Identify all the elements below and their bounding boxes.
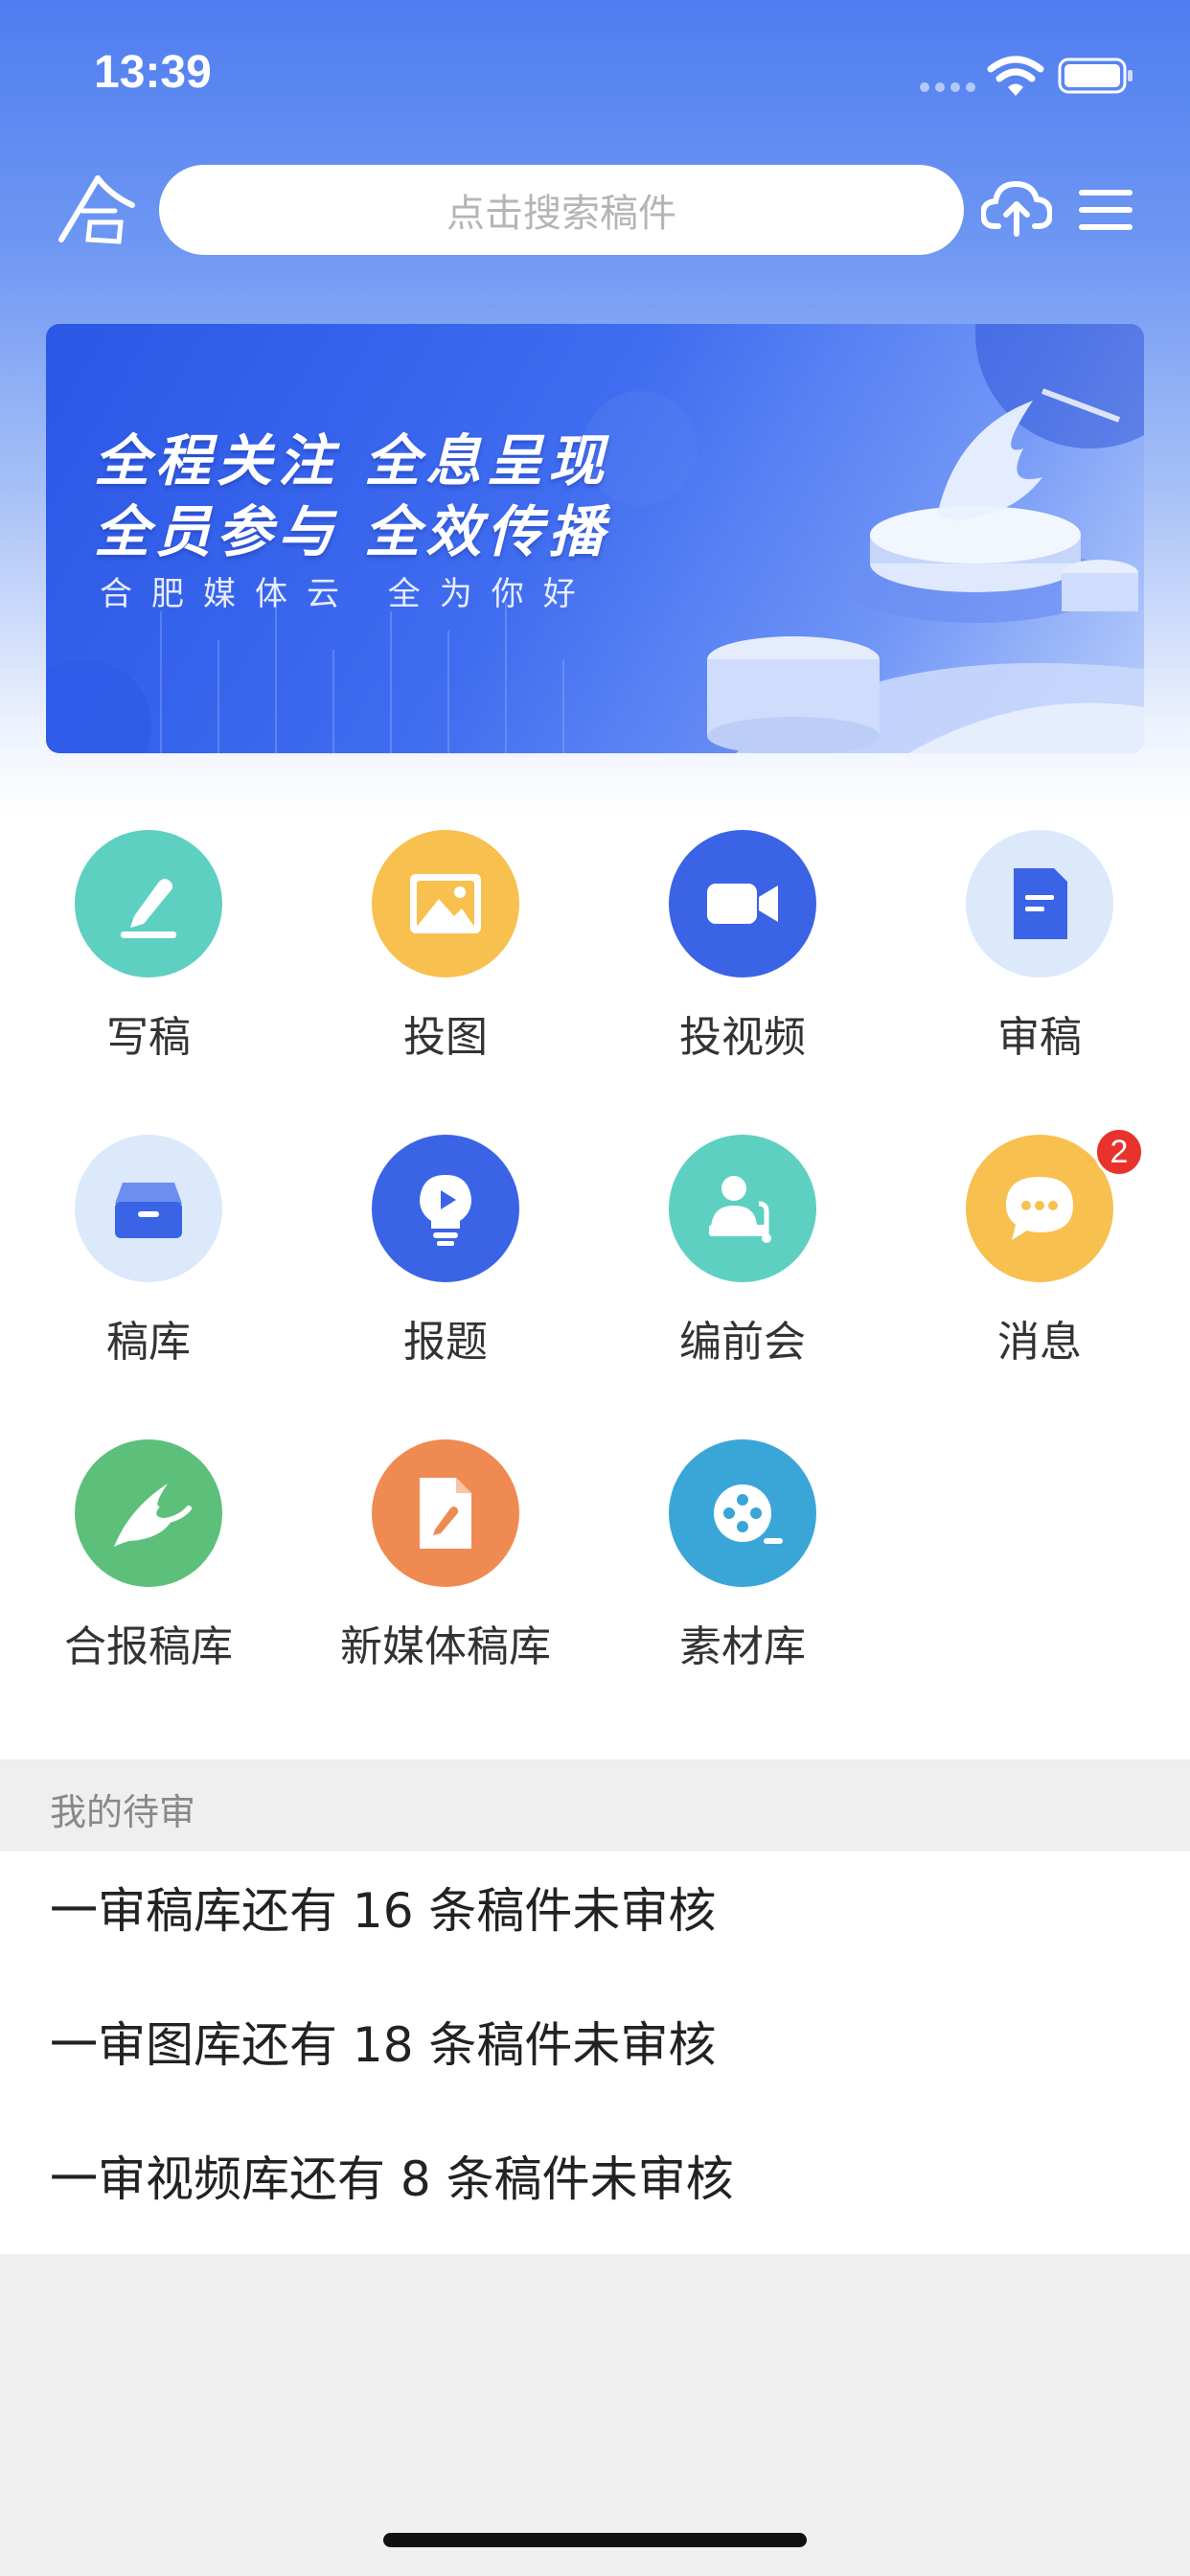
image-icon [372,830,519,978]
pending-review-list: 一审稿库还有 16 条稿件未审核 一审图库还有 18 条稿件未审核 一审视频库还… [0,1852,1190,2254]
pending-item-manuscripts[interactable]: 一审稿库还有 16 条稿件未审核 [50,1873,716,1942]
lightbulb-play-icon [372,1135,519,1282]
hefei-logo-icon [58,175,135,244]
section-title: 我的待审 [50,1791,196,1833]
grid-item-hebao-library[interactable]: 合报稿库 [0,1424,297,1692]
grid-item-label: 审稿 [997,1013,1082,1062]
hebao-logo-icon [75,1439,222,1587]
film-reel-icon [669,1439,816,1587]
grid-item-label: 报题 [403,1318,488,1367]
home-indicator[interactable] [383,2533,807,2547]
grid-item-label: 写稿 [106,1013,191,1062]
banner-slogan-line1: 全程关注 全息呈现 [94,428,610,494]
promo-banner[interactable]: 全程关注 全息呈现 全员参与 全效传播 合肥媒体云 全为你好 [46,324,1144,753]
video-camera-icon [669,830,816,978]
top-bar: 点击搜索稿件 [0,161,1190,257]
banner-slogan-line2: 全员参与 全效传播 [94,499,610,564]
wifi-icon [987,56,1044,96]
message-count-badge: 2 [1094,1127,1144,1177]
grid-item-label: 合报稿库 [64,1622,233,1671]
status-time: 13:39 [94,47,212,98]
grid-item-review[interactable]: 审稿 [891,815,1188,1083]
search-input[interactable]: 点击搜索稿件 [159,165,964,255]
cloud-upload-icon[interactable] [981,178,1052,238]
grid-item-manuscript-library[interactable]: 稿库 [0,1119,297,1388]
search-placeholder: 点击搜索稿件 [446,192,676,236]
banner-subtitle: 合肥媒体云 全为你好 [100,575,595,613]
grid-item-submit-image[interactable]: 投图 [297,815,594,1083]
battery-icon [1058,58,1133,94]
document-icon [966,830,1113,978]
pending-item-videos[interactable]: 一审视频库还有 8 条稿件未审核 [50,2141,734,2210]
grid-item-write[interactable]: 写稿 [0,815,297,1083]
inbox-tray-icon [75,1135,222,1282]
chat-bubble-icon [966,1135,1113,1282]
grid-item-label: 稿库 [106,1318,191,1367]
grid-item-report-topic[interactable]: 报题 [297,1119,594,1388]
pending-review-header: 我的待审 [0,1760,1190,1852]
grid-item-new-media-library[interactable]: 新媒体稿库 [297,1424,594,1692]
banner-podium-illustration [707,388,1144,753]
presenter-icon [669,1135,816,1282]
grid-item-messages[interactable]: 消息 [891,1119,1188,1388]
cellular-signal-icon [920,82,975,92]
grid-item-submit-video[interactable]: 投视频 [594,815,891,1083]
menu-icon[interactable] [1077,186,1134,234]
grid-item-label: 新媒体稿库 [340,1622,551,1671]
grid-item-label: 投视频 [679,1013,806,1062]
grid-item-label: 编前会 [679,1318,806,1367]
grid-item-label: 投图 [403,1013,488,1062]
pen-icon [75,830,222,978]
grid-item-editorial-meeting[interactable]: 编前会 [594,1119,891,1388]
grid-item-label: 消息 [997,1318,1082,1367]
grid-item-material-library[interactable]: 素材库 [594,1424,891,1692]
pending-item-images[interactable]: 一审图库还有 18 条稿件未审核 [50,2007,716,2076]
grid-item-label: 素材库 [679,1622,806,1671]
status-bar: 13:39 [0,0,1190,144]
file-edit-icon [372,1439,519,1587]
